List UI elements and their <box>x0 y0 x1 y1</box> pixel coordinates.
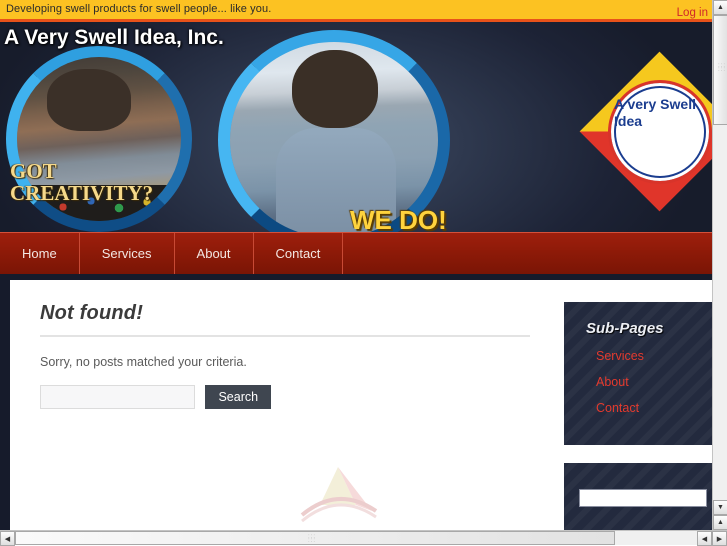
horizontal-scrollbar[interactable]: ◀ :::::: ◀ ▶ <box>0 530 727 545</box>
banner-caption-left-line2: CREATIVITY? <box>10 182 153 204</box>
search-input[interactable] <box>40 385 195 409</box>
search-button[interactable]: Search <box>205 385 271 409</box>
top-utility-bar: Developing swell products for swell peop… <box>0 0 712 22</box>
widget-search <box>564 463 712 530</box>
scroll-right-button[interactable]: ▶ <box>712 531 727 546</box>
article: Not found! Sorry, no posts matched your … <box>40 302 530 409</box>
main-navigation: Home Services About Contact <box>0 232 712 274</box>
site-tagline: Developing swell products for swell peop… <box>6 3 271 15</box>
sidebar: Sub-Pages Services About Contact <box>564 302 712 530</box>
horizontal-scrollbar-thumb[interactable]: :::::: <box>15 531 615 545</box>
no-results-message: Sorry, no posts matched your criteria. <box>40 355 530 369</box>
scroll-thumb-grip-icon: :::::: <box>718 64 726 72</box>
search-form: Search <box>40 385 530 409</box>
content-panel: Not found! Sorry, no posts matched your … <box>10 280 712 530</box>
nav-filler <box>343 233 712 274</box>
scroll-down-button[interactable]: ▼ <box>713 500 727 515</box>
sidebar-search-input[interactable] <box>579 489 707 507</box>
banner-caption-center: WE DO! <box>350 205 447 232</box>
scroll-up-button-secondary[interactable]: ▲ <box>713 515 727 530</box>
sidebar-link-about[interactable]: About <box>596 375 712 389</box>
decorative-swoosh-icon <box>298 465 378 525</box>
page-title: Not found! <box>40 302 530 337</box>
banner-caption-left: GOT CREATIVITY? <box>10 160 153 204</box>
nav-item-about[interactable]: About <box>175 233 254 274</box>
sidebar-link-contact[interactable]: Contact <box>596 401 712 415</box>
sidebar-link-services[interactable]: Services <box>596 349 712 363</box>
log-in-link[interactable]: Log in <box>677 7 708 19</box>
logo-text: A very Swell Idea <box>614 96 710 130</box>
nav-item-services[interactable]: Services <box>80 233 175 274</box>
site-banner: A Very Swell Idea, Inc. GOT CREATIVITY? … <box>0 22 712 232</box>
scroll-left-button[interactable]: ◀ <box>0 531 15 546</box>
vertical-scrollbar-thumb[interactable]: :::::: <box>713 15 727 125</box>
hscroll-thumb-grip-icon: :::::: <box>308 535 316 543</box>
vertical-scrollbar[interactable]: ▲ :::::: ▼ ▲ <box>712 0 727 530</box>
widget-sub-pages: Sub-Pages Services About Contact <box>564 302 712 445</box>
widget-title-sub-pages: Sub-Pages <box>586 320 712 337</box>
browser-viewport: Developing swell products for swell peop… <box>0 0 712 530</box>
page-body: Not found! Sorry, no posts matched your … <box>0 274 712 530</box>
banner-caption-left-line1: GOT <box>10 160 153 182</box>
nav-item-contact[interactable]: Contact <box>254 233 344 274</box>
site-title: A Very Swell Idea, Inc. <box>4 26 224 50</box>
nav-item-home[interactable]: Home <box>0 233 80 274</box>
company-logo: A very Swell Idea <box>580 52 712 212</box>
scroll-left-button-secondary[interactable]: ◀ <box>697 531 712 546</box>
scroll-up-button[interactable]: ▲ <box>713 0 727 15</box>
banner-photo-center <box>230 42 438 232</box>
